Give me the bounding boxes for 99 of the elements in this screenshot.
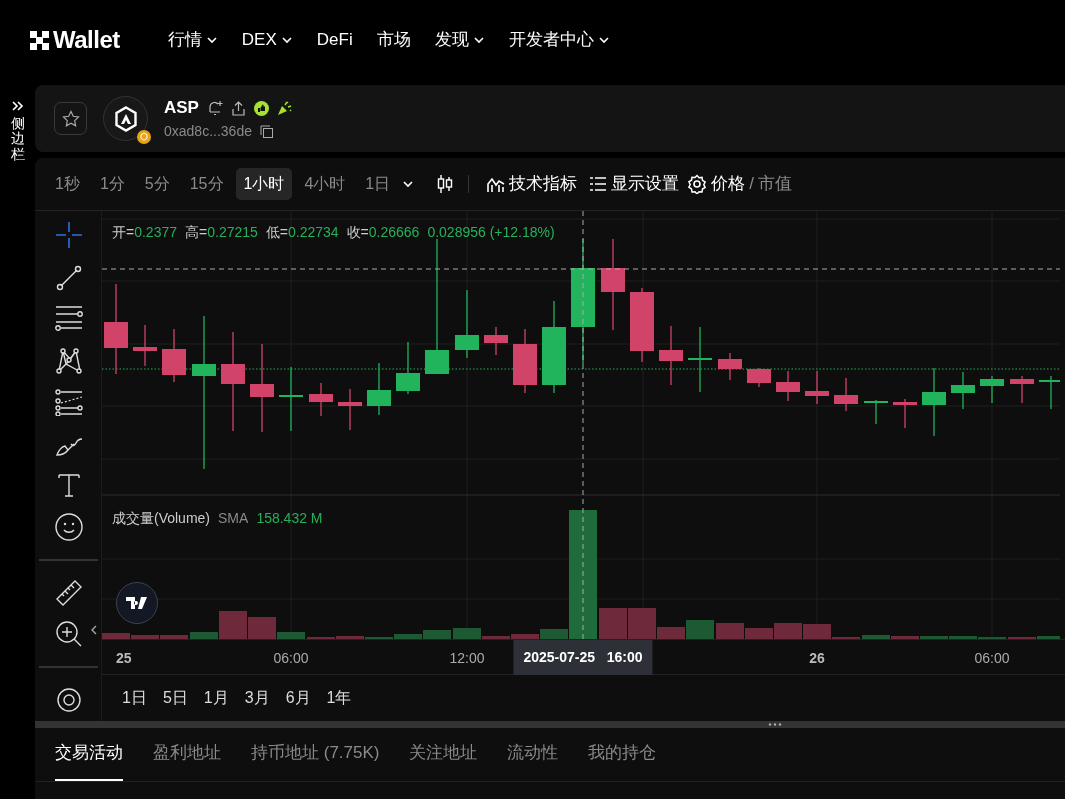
candle [484, 326, 508, 356]
star-icon [61, 109, 80, 128]
party-popper-icon[interactable] [276, 100, 292, 116]
candle [834, 377, 858, 412]
ohlc-value: 高=0.27215 [185, 224, 258, 240]
candle [133, 324, 157, 367]
price-mode-option[interactable]: 价格 [711, 171, 746, 197]
candle [805, 370, 829, 405]
range-button[interactable]: 1日 [116, 684, 153, 712]
candle [776, 370, 800, 402]
sidebar-toggle[interactable]: 侧边栏 [10, 100, 25, 799]
candle [922, 367, 946, 437]
circle-tool-icon[interactable] [54, 686, 83, 715]
crosshair-time-label: 2025-07-25 16:00 [513, 640, 653, 675]
candle [893, 398, 917, 429]
favorite-button[interactable] [54, 102, 87, 135]
panel-tab[interactable]: 持币地址 (7.75K) [251, 727, 380, 781]
copy-icon[interactable] [259, 124, 273, 138]
chevron-down-icon[interactable] [402, 178, 415, 190]
candle [309, 382, 333, 417]
bell-plus-icon[interactable] [206, 100, 223, 116]
indicator-name: SMA [218, 510, 249, 526]
drag-handle-icon[interactable] [768, 723, 782, 726]
time-axis-label: 25 [116, 649, 132, 668]
candle [1039, 375, 1060, 410]
panel-tab[interactable]: 我的持仓 [588, 727, 657, 781]
share-icon[interactable] [230, 100, 246, 116]
brand-name[interactable]: Wallet [53, 22, 120, 58]
panel-tab[interactable]: 关注地址 [409, 727, 478, 781]
nav-menu-item[interactable]: DeFi [316, 27, 353, 53]
candle [338, 388, 362, 431]
candle [747, 367, 771, 388]
list-lines-icon [589, 175, 608, 193]
price-change: 0.028956 (+12.18%) [427, 224, 555, 240]
ohlc-value: 收=0.26666 [346, 224, 420, 240]
candle [455, 289, 479, 359]
hexagon-logo-icon [113, 105, 138, 132]
ohlc-value: 开=0.2377 [112, 224, 177, 240]
candle [367, 362, 391, 416]
pattern-lines-icon[interactable] [54, 346, 83, 375]
indicator-chart-icon [487, 175, 506, 193]
interval-tab[interactable]: 1秒 [47, 168, 88, 200]
candle [980, 375, 1004, 404]
parallel-lines-icon[interactable] [54, 304, 83, 333]
time-axis-label: 26 [809, 649, 825, 668]
zoom-in-icon[interactable] [54, 620, 83, 649]
chevron-left-icon[interactable] [91, 625, 97, 635]
candle [1010, 375, 1034, 404]
candle [659, 325, 683, 386]
volume-bar [599, 608, 627, 639]
crosshair-icon[interactable] [54, 220, 83, 249]
candle [864, 399, 888, 425]
settings-icon[interactable] [687, 174, 708, 194]
candle [162, 328, 186, 383]
double-chevron-icon [11, 100, 24, 112]
panel-tab[interactable]: 盈利地址 [153, 727, 221, 781]
ruler-icon[interactable] [54, 578, 83, 607]
nav-menu-item[interactable]: DEX [241, 27, 293, 53]
smiley-icon[interactable] [54, 513, 83, 542]
range-button[interactable]: 5日 [156, 684, 194, 712]
range-button[interactable]: 3月 [238, 684, 276, 712]
volume-title: 成交量(Volume) [112, 510, 211, 526]
separator-slash: / [749, 173, 754, 196]
candle [279, 366, 303, 432]
interval-tab[interactable]: 1分 [91, 168, 133, 200]
time-axis-label: 06:00 [273, 649, 309, 668]
candle [513, 328, 537, 394]
nav-menu-item[interactable]: 发现 [434, 27, 485, 53]
logo-icon [30, 30, 49, 50]
chart-provider-logo[interactable] [116, 582, 158, 624]
candle [688, 326, 712, 393]
range-button[interactable]: 1月 [197, 684, 235, 712]
range-button[interactable]: 1年 [320, 684, 358, 712]
nav-menu-item[interactable]: 开发者中心 [508, 27, 610, 53]
interval-tab[interactable]: 15分 [181, 168, 232, 200]
interval-tab[interactable]: 1小时 [235, 168, 293, 200]
panel-tab[interactable]: 流动性 [507, 727, 559, 781]
thumbs-up-icon[interactable] [253, 100, 269, 116]
token-address: 0xad8c...36de [164, 121, 252, 141]
volume-value: 158.432 M [256, 510, 323, 526]
nav-menu-item[interactable]: 行情 [167, 27, 218, 53]
nav-menu-item[interactable]: 市场 [376, 27, 411, 53]
price-mode-option[interactable]: 市值 [757, 171, 792, 197]
range-button[interactable]: 6月 [279, 684, 317, 712]
time-axis-label: 12:00 [449, 649, 485, 668]
interval-tab[interactable]: 5分 [136, 168, 178, 200]
display-settings-button[interactable]: 显示设置 [585, 171, 684, 197]
indicators-button[interactable]: 技术指标 [483, 171, 582, 197]
ohlc-value: 低=0.22734 [265, 224, 339, 240]
interval-tab[interactable]: 4小时 [296, 168, 354, 200]
candle [718, 352, 742, 381]
candlestick-icon[interactable] [436, 174, 455, 194]
token-name: ASP [164, 97, 199, 120]
interval-tab[interactable]: 1日 [357, 168, 399, 200]
time-axis-label: 06:00 [974, 649, 1010, 668]
candle [951, 371, 975, 410]
candle [396, 341, 420, 395]
fibonacci-lines-icon[interactable] [54, 387, 83, 416]
chain-badge-icon [137, 130, 151, 144]
